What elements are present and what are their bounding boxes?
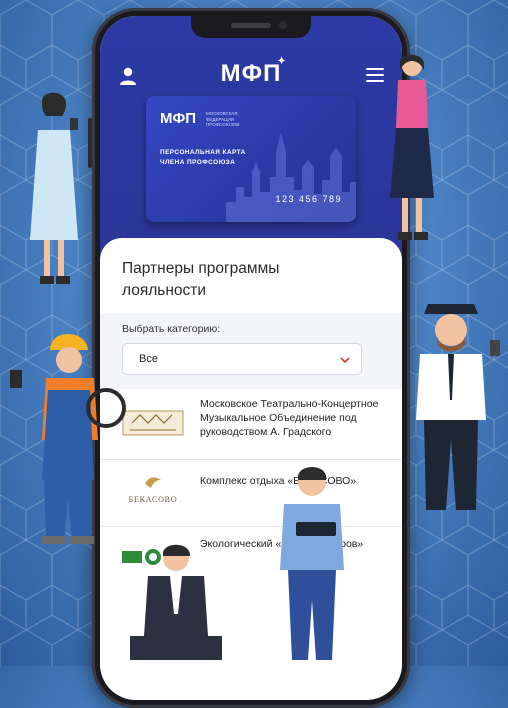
partner-item[interactable]: БЕКАСОВО Комплекс отдыха «БЕКАСОВО» — [100, 460, 402, 527]
card-title-line2: ЧЛЕНА ПРОФСОЮЗА — [160, 159, 236, 166]
bird-icon — [145, 477, 161, 488]
card-title-line1: ПЕРСОНАЛЬНАЯ КАРТА — [160, 149, 246, 156]
man-in-suit-sitting-illustration — [130, 544, 222, 660]
woman-with-phone-illustration — [30, 92, 78, 284]
speaker-grille — [231, 23, 271, 28]
woman-in-pink-illustration — [390, 54, 434, 240]
hamburger-menu-icon[interactable] — [366, 68, 384, 82]
category-label: Выбрать категорию: — [122, 323, 221, 335]
section-title: Партнеры программы лояльности — [122, 260, 280, 299]
card-logo-subtitle: МОСКОВСКАЯ ФЕДЕРАЦИЯ ПРОФСОЮЗОВ — [206, 111, 240, 127]
category-filter: Выбрать категорию: Все — [100, 313, 402, 389]
category-select[interactable]: Все — [122, 343, 362, 375]
front-camera — [279, 21, 287, 29]
card-logo: МФП — [160, 110, 197, 127]
logo-star-icon: ✦ — [277, 56, 287, 67]
worker-with-helmet-illustration — [10, 334, 126, 544]
partner-name: Московское Театрально-Концертное Музыкал… — [200, 398, 379, 438]
phone-notch — [191, 16, 311, 38]
app-header: МФП ✦ МФП МОСКОВСКАЯ ФЕДЕРАЦИЯ ПРОФСОЮЗОВ… — [100, 16, 402, 266]
card-number: 123 456 789 — [275, 194, 342, 204]
app-logo-text: МФП — [220, 60, 282, 87]
card-title: ПЕРСОНАЛЬНАЯ КАРТА ЧЛЕНА ПРОФСОЮЗА — [160, 148, 246, 168]
member-card[interactable]: МФП МОСКОВСКАЯ ФЕДЕРАЦИЯ ПРОФСОЮЗОВ ПЕРС… — [146, 96, 356, 222]
man-with-tablet-illustration — [280, 467, 344, 660]
chevron-down-icon — [340, 357, 350, 364]
category-selected-value: Все — [139, 353, 158, 365]
app-logo[interactable]: МФП ✦ — [100, 56, 402, 88]
pilot-illustration — [416, 304, 500, 510]
partner-item[interactable]: Московское Театрально-Концертное Музыкал… — [100, 389, 402, 460]
city-skyline-icon — [226, 132, 356, 222]
